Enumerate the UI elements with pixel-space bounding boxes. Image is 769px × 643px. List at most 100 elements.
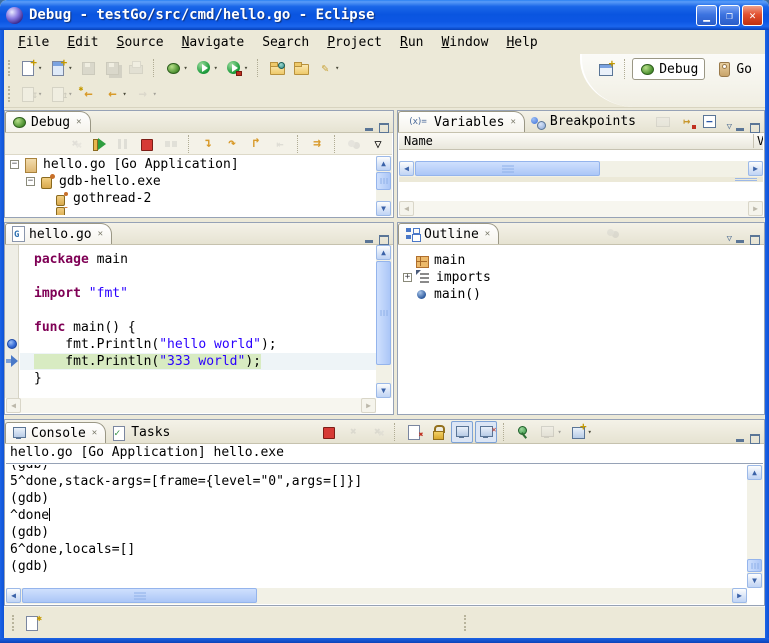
toolbar-drag-handle[interactable] <box>8 60 11 76</box>
scroll-down-button[interactable]: ▼ <box>376 201 391 216</box>
step-over-button[interactable]: ↷ <box>221 133 243 155</box>
view-menu-icon[interactable]: ▽ <box>727 234 732 244</box>
run-launch-button[interactable]: ▾ <box>193 57 221 79</box>
scroll-down-button[interactable]: ▼ <box>376 383 391 398</box>
editor-annotation-ruler[interactable] <box>5 245 19 398</box>
resume-button[interactable] <box>88 133 110 155</box>
close-button[interactable]: ✕ <box>742 5 763 26</box>
scroll-left-button[interactable]: ◀ <box>399 161 414 176</box>
outline-tree[interactable]: main+importsmain() <box>399 246 763 413</box>
close-tab-icon[interactable]: ✕ <box>510 117 515 127</box>
tab-outline[interactable]: Outline✕ <box>398 223 499 244</box>
show-view-fastview-button[interactable] <box>21 612 43 634</box>
tab-breakpoints[interactable]: Breakpoints <box>525 111 644 132</box>
maximize-button[interactable]: ❐ <box>719 5 740 26</box>
code-line[interactable]: package main <box>20 251 377 268</box>
scroll-left-button[interactable]: ◀ <box>6 588 21 603</box>
tree-item[interactable]: −hello.go [Go Application] <box>6 156 376 173</box>
code-line[interactable] <box>20 302 377 319</box>
close-tab-icon[interactable]: ✕ <box>98 229 103 239</box>
tab-debug[interactable]: Debug✕ <box>5 111 91 132</box>
new-button[interactable]: ▾ <box>17 57 45 79</box>
dropdown-arrow-icon[interactable]: ▾ <box>38 64 42 72</box>
debug-launch-button[interactable]: ▾ <box>162 57 190 79</box>
breakpoint-icon[interactable] <box>7 339 17 349</box>
menu-window[interactable]: Window <box>433 33 496 52</box>
tree-item[interactable] <box>6 207 376 215</box>
use-step-filters-button[interactable]: ⇉ <box>306 133 328 155</box>
scroll-thumb[interactable] <box>747 559 762 572</box>
menu-help[interactable]: Help <box>498 33 545 52</box>
maximize-view-button[interactable] <box>378 122 389 132</box>
code-editor[interactable]: package mainimport "fmt"func main() { fm… <box>20 245 377 398</box>
menu-edit[interactable]: Edit <box>59 33 106 52</box>
title-bar[interactable]: Debug - testGo/src/cmd/hello.go - Eclips… <box>0 0 769 30</box>
variables-hscrollbar[interactable]: ◀ ▶ <box>399 161 763 177</box>
view-menu-icon[interactable]: ▽ <box>727 122 732 132</box>
search-button[interactable]: ✎▾ <box>314 57 342 79</box>
open-perspective-button[interactable] <box>595 58 617 80</box>
scroll-thumb[interactable] <box>376 172 391 190</box>
maximize-view-button[interactable] <box>749 122 760 132</box>
step-into-button[interactable]: ↴ <box>197 133 219 155</box>
open-console-button[interactable]: ▾ <box>567 421 595 443</box>
maximize-view-button[interactable] <box>749 234 760 244</box>
dropdown-arrow-icon[interactable]: ▾ <box>183 64 187 72</box>
tree-item[interactable]: +imports <box>399 269 763 286</box>
perspective-debug[interactable]: Debug <box>632 58 705 80</box>
tab-hello-go[interactable]: Ghello.go✕ <box>5 223 112 244</box>
code-line[interactable] <box>20 268 377 285</box>
scroll-right-button[interactable]: ▶ <box>748 161 763 176</box>
perspective-go[interactable]: Go <box>709 58 759 80</box>
minimize-view-button[interactable] <box>364 122 375 132</box>
code-line[interactable]: fmt.Println("333 world"); <box>20 353 377 370</box>
open-type-button[interactable] <box>266 57 288 79</box>
close-tab-icon[interactable]: ✕ <box>76 117 81 127</box>
minimize-view-button[interactable] <box>735 234 746 244</box>
dropdown-arrow-icon[interactable]: ▾ <box>214 64 218 72</box>
tab-variables[interactable]: (x)=Variables✕ <box>398 111 525 132</box>
dropdown-arrow-icon[interactable]: ▾ <box>68 90 72 98</box>
console-output[interactable]: (gdb) 5^done,stack-args=[frame={level="0… <box>6 465 747 588</box>
maximize-view-button[interactable] <box>749 433 760 443</box>
column-value[interactable]: V <box>753 134 763 148</box>
scroll-lock-button[interactable] <box>427 421 449 443</box>
scroll-thumb[interactable] <box>376 261 391 365</box>
tab-console[interactable]: Console✕ <box>5 422 106 443</box>
dropdown-arrow-icon[interactable]: ▾ <box>68 64 72 72</box>
dropdown-arrow-icon[interactable]: ▾ <box>153 90 157 98</box>
dropdown-arrow-icon[interactable]: ▾ <box>335 64 339 72</box>
dropdown-arrow-icon[interactable]: ▾ <box>122 90 126 98</box>
menu-project[interactable]: Project <box>319 33 390 52</box>
step-return-button[interactable]: ↱ <box>245 133 267 155</box>
scroll-right-button[interactable]: ▶ <box>732 588 747 603</box>
minimize-view-button[interactable] <box>735 122 746 132</box>
minimize-view-button[interactable] <box>735 433 746 443</box>
console-hscrollbar[interactable]: ◀ ▶ <box>6 588 747 604</box>
dropdown-arrow-icon[interactable]: ▾ <box>38 90 42 98</box>
code-line[interactable]: } <box>20 370 377 387</box>
scroll-up-button[interactable]: ▲ <box>376 245 391 260</box>
last-edit-location-button[interactable]: ← <box>77 83 99 105</box>
tree-item[interactable]: main <box>399 252 763 269</box>
scroll-thumb[interactable] <box>415 161 600 176</box>
close-tab-icon[interactable]: ✕ <box>485 229 490 239</box>
debug-tree-vscrollbar[interactable]: ▲ ▼ <box>376 156 392 216</box>
scroll-up-button[interactable]: ▲ <box>376 156 391 171</box>
editor-vscrollbar[interactable]: ▲ ▼ <box>376 245 392 398</box>
tree-item[interactable]: −gdb-hello.exe <box>6 173 376 190</box>
open-resource-button[interactable] <box>290 57 312 79</box>
new-wizard-button[interactable]: ▾ <box>47 57 75 79</box>
column-name[interactable]: Name <box>399 134 753 148</box>
dropdown-arrow-icon[interactable]: ▾ <box>557 428 561 436</box>
scroll-up-button[interactable]: ▲ <box>747 465 762 480</box>
menu-run[interactable]: Run <box>392 33 431 52</box>
terminate-button[interactable] <box>318 421 340 443</box>
close-tab-icon[interactable]: ✕ <box>92 428 97 438</box>
clear-console-button[interactable] <box>403 421 425 443</box>
show-logical-structures-button[interactable]: ↦ <box>676 110 698 132</box>
expand-icon[interactable]: + <box>403 273 412 282</box>
back-button[interactable]: ←▾ <box>101 83 129 105</box>
variables-detail-pane[interactable] <box>399 182 763 201</box>
variables-column-header[interactable]: Name V <box>399 133 763 150</box>
